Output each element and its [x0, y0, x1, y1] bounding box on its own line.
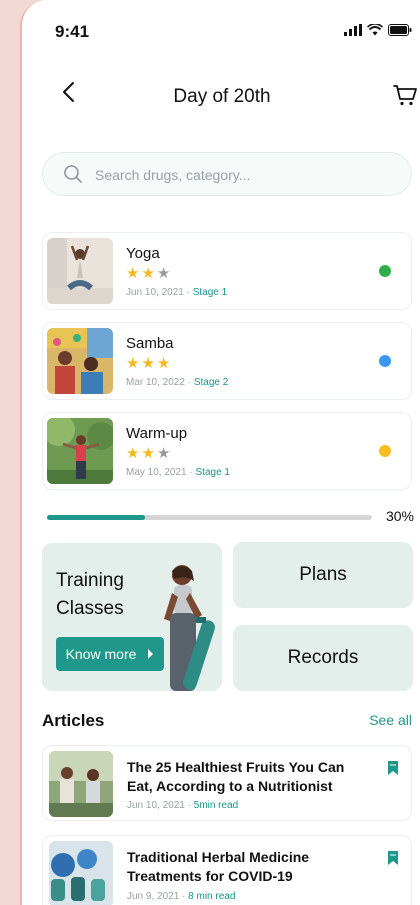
status-time: 9:41: [55, 22, 90, 41]
progress-bar: [47, 515, 372, 520]
activity-meta: Mar 10, 2022 · Stage 2: [126, 377, 229, 388]
cart-icon[interactable]: [392, 82, 418, 108]
battery-icon: [388, 24, 412, 36]
article-meta: Jun 9, 2021 · 8 min read: [127, 891, 236, 902]
rating-stars: ★★★: [126, 264, 172, 282]
status-dot: [379, 445, 391, 457]
star-icon: ★: [156, 355, 173, 372]
activity-stage: Stage 1: [195, 467, 230, 478]
star-icon: ★: [141, 355, 157, 372]
activity-date: May 10, 2021: [126, 467, 187, 478]
status-dot: [379, 355, 391, 367]
activity-card-warm-up[interactable]: Warm-up ★★★ May 10, 2021 · Stage 1: [42, 412, 412, 490]
star-icon: ★: [156, 265, 173, 282]
activity-title: Yoga: [126, 245, 160, 262]
article-thumbnail: [49, 841, 113, 905]
phone-screen: 9:41 Day of 20th Search drugs, category.: [20, 0, 420, 905]
articles-heading: Articles: [42, 711, 105, 730]
progress-label: 30%: [385, 508, 414, 524]
bookmark-icon[interactable]: [387, 760, 399, 776]
chevron-right-icon: [148, 649, 154, 659]
wifi-icon: [367, 24, 383, 36]
activity-date: Mar 10, 2022: [126, 377, 185, 388]
warm-up-thumbnail: [47, 418, 113, 484]
activity-title: Warm-up: [126, 425, 188, 442]
status-icons: [344, 24, 412, 36]
signal-icon: [344, 24, 362, 36]
article-title: Traditional Herbal Medicine Treatments f…: [127, 849, 310, 884]
activity-stage: Stage 2: [193, 377, 229, 388]
search-icon: [64, 165, 82, 183]
article-read-time: 8 min read: [188, 891, 236, 902]
activity-stage: Stage 1: [192, 287, 228, 298]
status-dot: [379, 265, 391, 277]
star-icon: ★: [141, 445, 157, 462]
star-icon: ★: [126, 265, 142, 282]
article-meta: Jun 10, 2021 · 5min read: [127, 800, 239, 811]
records-tile[interactable]: Records: [233, 625, 413, 691]
activity-title: Samba: [126, 335, 174, 352]
star-icon: ★: [156, 445, 173, 462]
article-title: The 25 Healthiest Fruits You Can Eat, Ac…: [127, 759, 345, 794]
star-icon: ★: [126, 355, 142, 372]
article-date: Jun 10, 2021: [127, 800, 185, 811]
activity-date: Jun 10, 2021: [126, 287, 184, 298]
article-card[interactable]: Traditional Herbal Medicine Treatments f…: [42, 835, 412, 905]
training-classes-card[interactable]: Training Classes Know more: [42, 543, 222, 691]
progress-fill: [47, 515, 145, 520]
activity-meta: Jun 10, 2021 · Stage 1: [126, 287, 228, 298]
samba-thumbnail: [47, 328, 113, 394]
bookmark-icon[interactable]: [387, 850, 399, 866]
records-label: Records: [287, 647, 359, 668]
woman-with-mat-illustration: [164, 565, 215, 691]
know-more-button[interactable]: Know more: [56, 637, 164, 671]
rating-stars: ★★★: [126, 354, 172, 372]
article-read-time: 5min read: [193, 800, 239, 811]
search-field[interactable]: Search drugs, category...: [42, 152, 412, 196]
activity-card-samba[interactable]: Samba ★★★ Mar 10, 2022 · Stage 2: [42, 322, 412, 400]
activity-meta: May 10, 2021 · Stage 1: [126, 467, 230, 478]
plans-tile[interactable]: Plans: [233, 542, 413, 608]
article-date: Jun 9, 2021: [127, 891, 180, 902]
see-all-link[interactable]: See all: [332, 712, 412, 728]
star-icon: ★: [141, 265, 157, 282]
page-title: Day of 20th: [173, 86, 271, 107]
activity-card-yoga[interactable]: Yoga ★★★ Jun 10, 2021 · Stage 1: [42, 232, 412, 310]
star-icon: ★: [126, 445, 142, 462]
know-more-label: Know more: [65, 646, 137, 662]
article-thumbnail: [49, 751, 113, 817]
yoga-thumbnail: [47, 238, 113, 304]
search-placeholder: Search drugs, category...: [95, 167, 251, 183]
plans-label: Plans: [299, 564, 347, 585]
article-card[interactable]: The 25 Healthiest Fruits You Can Eat, Ac…: [42, 745, 412, 821]
rating-stars: ★★★: [126, 444, 172, 462]
